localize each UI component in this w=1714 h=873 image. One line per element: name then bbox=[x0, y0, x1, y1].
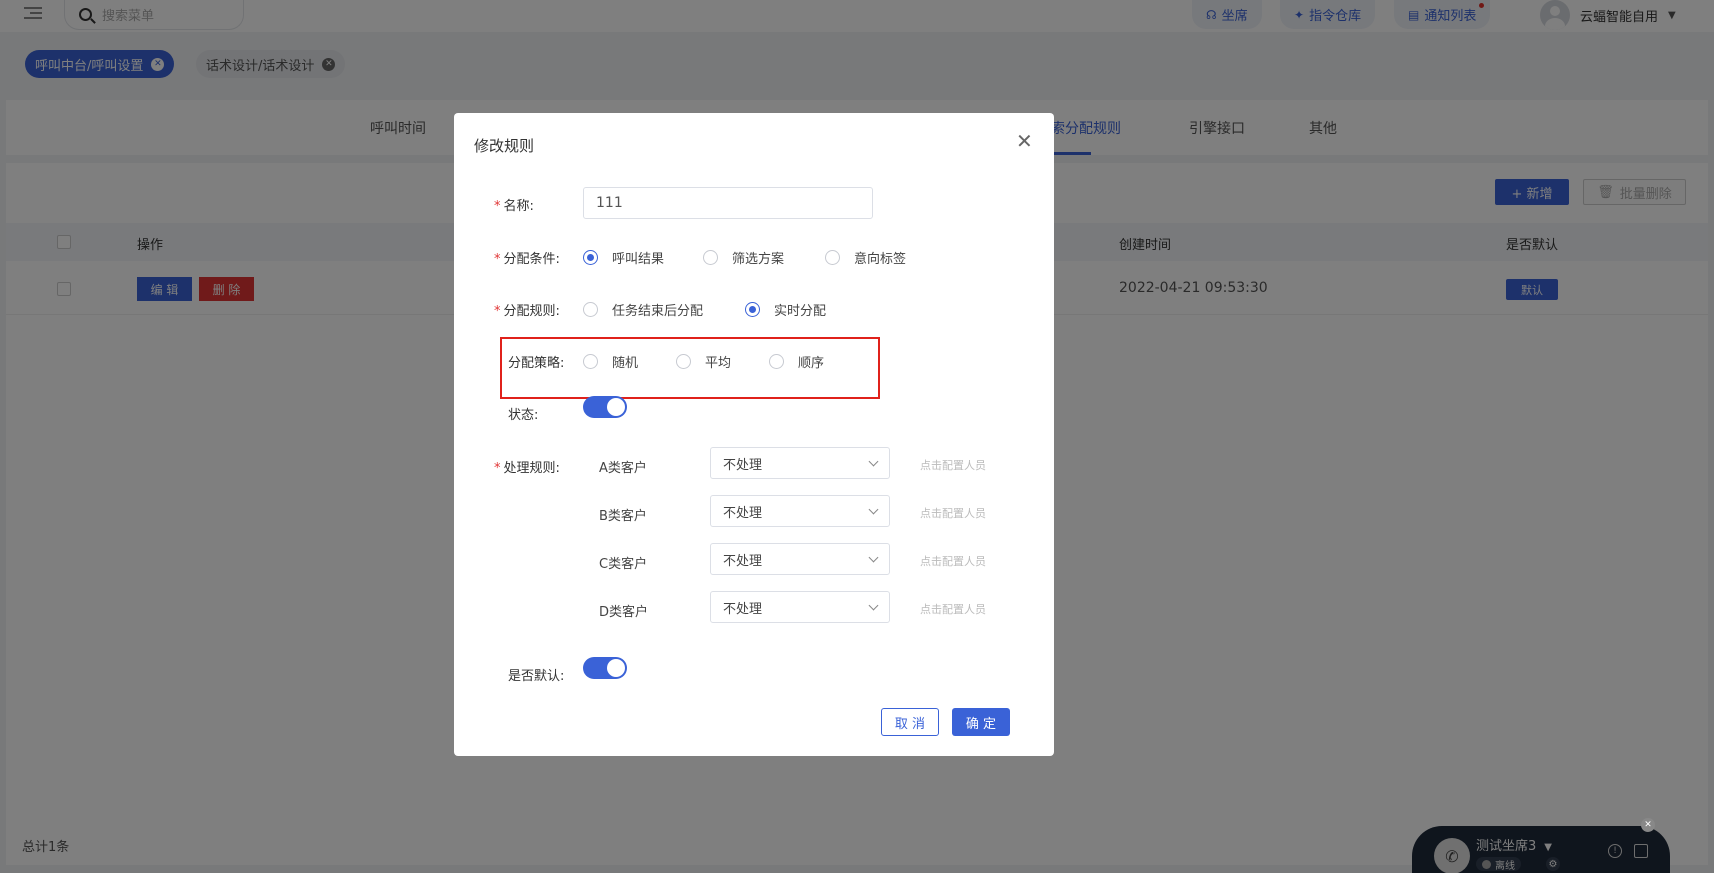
radio-indicator bbox=[583, 250, 598, 265]
config-staff-link-c[interactable]: 点击配置人员 bbox=[920, 553, 986, 569]
process-select-b[interactable]: 不处理 bbox=[710, 495, 890, 527]
radio-indicator bbox=[583, 302, 598, 317]
chevron-down-icon bbox=[868, 504, 879, 515]
config-staff-link-d[interactable]: 点击配置人员 bbox=[920, 601, 986, 617]
modal-title: 修改规则 bbox=[474, 137, 535, 155]
status-label: 状态: bbox=[508, 408, 539, 423]
name-input[interactable]: 111 bbox=[583, 187, 873, 219]
strategy-label: 分配策略: bbox=[508, 356, 565, 371]
config-staff-link-b[interactable]: 点击配置人员 bbox=[920, 505, 986, 521]
cancel-button[interactable]: 取 消 bbox=[881, 708, 939, 736]
default-toggle[interactable] bbox=[583, 657, 627, 679]
process-label: 处理规则: bbox=[494, 457, 560, 476]
edit-rule-modal: 修改规则 ✕ 名称: 111 分配条件: 呼叫结果 筛选方案 意向标签 分配规则… bbox=[454, 113, 1054, 756]
customer-label: D类客户 bbox=[599, 605, 649, 620]
rule-label: 分配规则: bbox=[494, 300, 560, 319]
radio-intent-tag[interactable]: 意向标签 bbox=[825, 248, 906, 267]
process-select-d[interactable]: 不处理 bbox=[710, 591, 890, 623]
radio-filter-plan[interactable]: 筛选方案 bbox=[703, 248, 784, 267]
chevron-down-icon bbox=[868, 456, 879, 467]
chevron-down-icon bbox=[868, 552, 879, 563]
default-label: 是否默认: bbox=[508, 669, 565, 684]
radio-average[interactable]: 平均 bbox=[676, 352, 731, 371]
radio-realtime[interactable]: 实时分配 bbox=[745, 300, 826, 319]
radio-after-task[interactable]: 任务结束后分配 bbox=[583, 300, 703, 319]
softphone-close-icon[interactable]: ✕ bbox=[1641, 818, 1655, 832]
confirm-button[interactable]: 确 定 bbox=[952, 708, 1010, 736]
radio-indicator bbox=[703, 250, 718, 265]
radio-indicator bbox=[825, 250, 840, 265]
radio-indicator bbox=[676, 354, 691, 369]
condition-label: 分配条件: bbox=[494, 248, 560, 267]
radio-indicator bbox=[745, 302, 760, 317]
radio-indicator bbox=[769, 354, 784, 369]
process-select-c[interactable]: 不处理 bbox=[710, 543, 890, 575]
radio-indicator bbox=[583, 354, 598, 369]
close-icon[interactable]: ✕ bbox=[1016, 129, 1033, 153]
status-toggle[interactable] bbox=[583, 396, 627, 418]
process-select-a[interactable]: 不处理 bbox=[710, 447, 890, 479]
customer-label: A类客户 bbox=[599, 461, 647, 476]
radio-random[interactable]: 随机 bbox=[583, 352, 638, 371]
chevron-down-icon bbox=[868, 600, 879, 611]
customer-label: B类客户 bbox=[599, 509, 647, 524]
customer-label: C类客户 bbox=[599, 557, 648, 572]
radio-call-result[interactable]: 呼叫结果 bbox=[583, 248, 664, 267]
name-label: 名称: bbox=[494, 195, 534, 214]
config-staff-link-a[interactable]: 点击配置人员 bbox=[920, 457, 986, 473]
radio-sequence[interactable]: 顺序 bbox=[769, 352, 824, 371]
